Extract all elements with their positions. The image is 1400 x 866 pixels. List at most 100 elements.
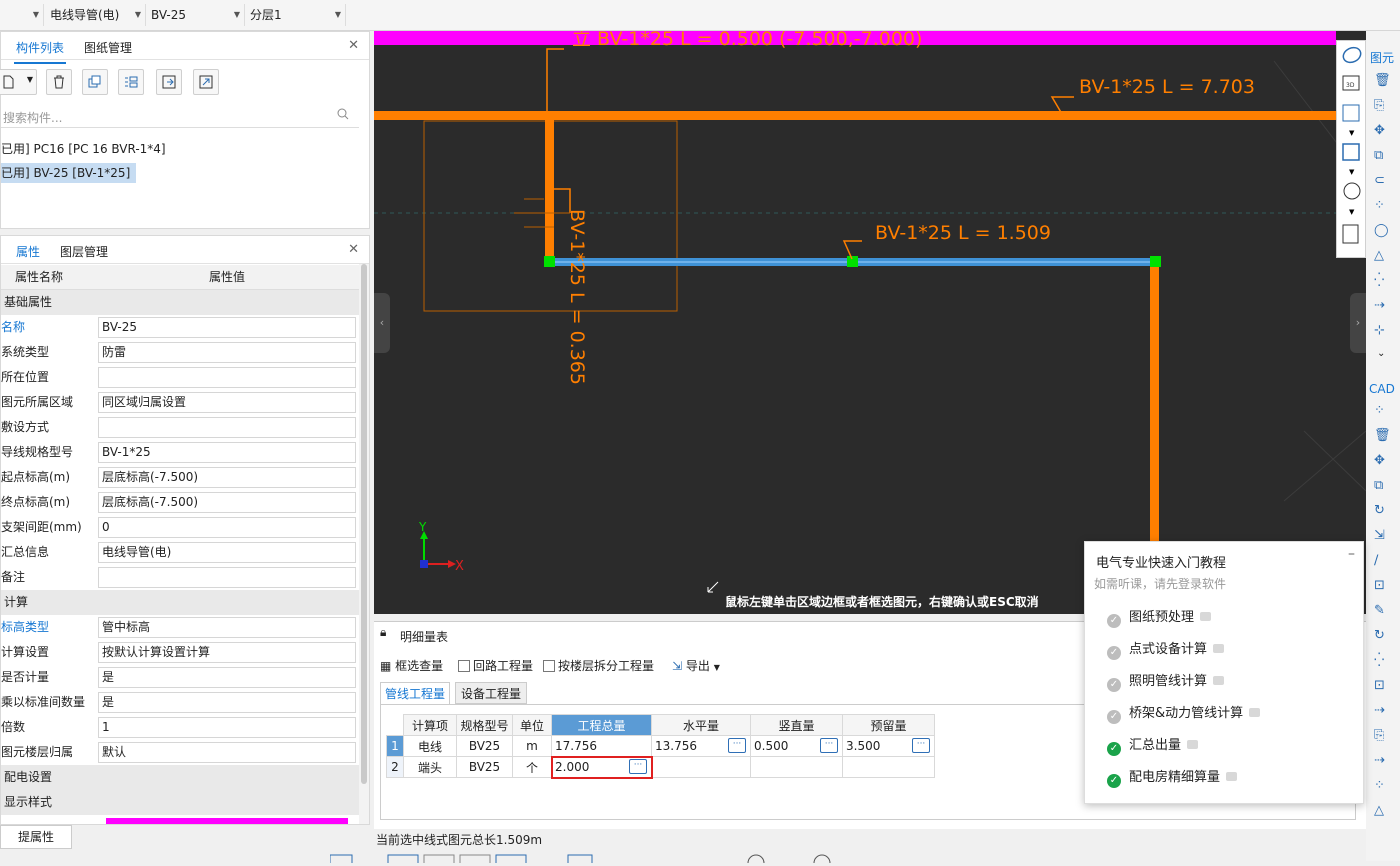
more-button[interactable]: ··· <box>820 738 838 753</box>
more-button[interactable]: ··· <box>912 738 930 753</box>
property-value[interactable]: 0 <box>98 517 356 538</box>
property-value[interactable]: 是 <box>98 667 356 688</box>
tab-component-list[interactable]: 构件列表 <box>13 39 67 64</box>
close-icon[interactable]: ✕ <box>348 38 359 53</box>
display-color-swatch[interactable] <box>106 818 348 824</box>
tool-icon[interactable]: ⎘ <box>1374 728 1384 743</box>
tutorial-item[interactable]: ✓ 汇总出量 <box>1107 736 1199 756</box>
tool-icon[interactable]: ⁘ <box>1374 403 1385 418</box>
tool-icon[interactable]: ⎘ <box>1374 98 1384 113</box>
table-row[interactable]: 1 电线 BV25 m 17.756 13.756 ··· 0.500 ··· 3.… <box>386 735 935 757</box>
tool-icon[interactable]: ✎ <box>1374 603 1385 618</box>
cell-horizontal[interactable]: 13.756 ··· <box>651 735 751 757</box>
tab-drawing-management[interactable]: 图纸管理 <box>84 39 132 56</box>
property-scrollbar[interactable] <box>359 264 369 824</box>
tutorial-item[interactable]: ✓ 照明管线计算 <box>1107 672 1225 692</box>
tool-icon[interactable]: ⁛ <box>1374 653 1384 668</box>
tutorial-item[interactable]: ✓ 点式设备计算 <box>1107 640 1225 660</box>
list-item-bv25[interactable]: 已用] BV-25 [BV-1*25] <box>1 163 137 183</box>
cad-canvas[interactable]: 立 BV-1*25 L = 0.500 (-7.500,-7.000) BV-1… <box>374 31 1366 614</box>
tool-icon[interactable]: ⊂ <box>1374 173 1385 188</box>
floor-split-checkbox[interactable]: 按楼层拆分工程量 <box>543 657 654 674</box>
more-button[interactable]: ··· <box>728 738 746 753</box>
tool-icon[interactable]: ⇢ <box>1374 703 1385 718</box>
search-icon[interactable] <box>337 108 349 123</box>
dropdown-1[interactable]: ▼ <box>0 4 44 26</box>
cell-total[interactable]: 17.756 <box>551 735 652 757</box>
delete-button[interactable] <box>46 69 72 95</box>
export-button[interactable]: ⇲ 导出 ▼ <box>672 657 720 674</box>
property-value[interactable]: BV-1*25 <box>98 442 356 463</box>
property-value[interactable]: 层底标高(-7.500) <box>98 467 356 488</box>
box-select-button[interactable]: ▦ 框选查量 <box>380 657 443 674</box>
tool-icon[interactable]: ✥ <box>1374 453 1385 468</box>
property-value[interactable]: 层底标高(-7.500) <box>98 492 356 513</box>
property-value[interactable]: 电线导管(电) <box>98 542 356 563</box>
cad-drawing[interactable]: 立 BV-1*25 L = 0.500 (-7.500,-7.000) BV-1… <box>374 31 1366 614</box>
tool-icon[interactable]: △ <box>1374 248 1384 263</box>
property-value[interactable]: 按默认计算设置计算 <box>98 642 356 663</box>
list-item-pc16[interactable]: 已用] PC16 [PC 16 BVR-1*4] <box>1 139 166 159</box>
tool-icon[interactable]: ⊡ <box>1374 578 1385 593</box>
tutorial-item[interactable]: ✓ 图纸预处理 <box>1107 608 1212 628</box>
property-value[interactable]: BV-25 <box>98 317 356 338</box>
property-value[interactable]: 1 <box>98 717 356 738</box>
tool-icon[interactable]: ⁘ <box>1374 198 1385 213</box>
layer-copy-button[interactable] <box>118 69 144 95</box>
cell-vertical[interactable]: 0.500 ··· <box>750 735 843 757</box>
dropdown-component[interactable]: BV-25 ▼ <box>147 4 245 26</box>
tool-icon[interactable]: △ <box>1374 803 1384 818</box>
tool-icon[interactable]: ↻ <box>1374 503 1385 518</box>
new-component-button[interactable]: ▼ <box>0 69 37 95</box>
tool-icon[interactable]: 🗑︎ <box>1374 73 1391 88</box>
cell-total-highlighted[interactable]: 2.000 ··· <box>550 755 653 779</box>
tool-icon[interactable]: ⇲ <box>1374 528 1385 543</box>
tab-device-quantity[interactable]: 设备工程量 <box>455 682 527 704</box>
tool-icon[interactable]: ⁛ <box>1374 273 1384 288</box>
tool-icon[interactable]: ⧉ <box>1374 148 1383 163</box>
extract-properties-button[interactable]: 提属性 <box>0 825 72 849</box>
tool-icon[interactable]: ∕ <box>1374 553 1378 568</box>
right-collapse-handle[interactable]: › <box>1350 293 1366 353</box>
tab-layer-management[interactable]: 图层管理 <box>60 243 108 260</box>
table-row[interactable]: 2 端头 BV25 个 2.000 ··· <box>386 755 935 779</box>
left-collapse-handle[interactable]: ‹ <box>374 293 390 353</box>
tab-pipe-quantity[interactable]: 管线工程量 <box>380 682 450 704</box>
dropdown-layer[interactable]: 分层1 ▼ <box>246 4 346 26</box>
tool-icon[interactable]: ⁘ <box>1374 778 1385 793</box>
tool-icon[interactable]: ⊡ <box>1374 678 1385 693</box>
tool-icon[interactable]: ↻ <box>1374 628 1385 643</box>
tutorial-item[interactable]: ✓ 配电房精细算量 <box>1107 768 1238 788</box>
tool-icon[interactable]: ⊹ <box>1374 323 1385 338</box>
more-button[interactable]: ··· <box>629 759 647 774</box>
property-value[interactable]: 是 <box>98 692 356 713</box>
tab-properties[interactable]: 属性 <box>13 243 43 268</box>
import-button[interactable] <box>156 69 182 95</box>
property-value[interactable]: 防雷 <box>98 342 356 363</box>
dropdown-type[interactable]: 电线导管(电) ▼ <box>46 4 146 26</box>
search-input[interactable]: 搜索构件... <box>3 109 62 126</box>
tool-icon[interactable]: ◯ <box>1374 223 1389 238</box>
tool-icon[interactable]: ⧉ <box>1374 478 1383 493</box>
component-search[interactable]: 搜索构件... <box>1 104 359 128</box>
minimize-icon[interactable]: – <box>1348 546 1355 562</box>
chevron-down-icon[interactable]: ⌄ <box>1377 348 1385 359</box>
tool-icon[interactable]: 🗑︎ <box>1374 428 1391 443</box>
property-value[interactable] <box>98 367 356 388</box>
property-value[interactable] <box>98 417 356 438</box>
tool-icon[interactable]: ⇢ <box>1374 298 1385 313</box>
tutorial-item[interactable]: ✓ 桥架&动力管线计算 <box>1107 704 1261 724</box>
property-value[interactable]: 默认 <box>98 742 356 763</box>
close-icon[interactable]: ✕ <box>348 242 359 257</box>
cell-reserve[interactable]: 3.500 ··· <box>842 735 935 757</box>
tool-icon[interactable]: ✥ <box>1374 123 1385 138</box>
property-value[interactable]: 管中标高 <box>98 617 356 638</box>
tool-icon[interactable]: ⇢ <box>1374 753 1385 768</box>
col-total[interactable]: 工程总量 <box>551 714 652 736</box>
lock-icon[interactable]: 🔒︎ <box>380 625 386 640</box>
export-component-button[interactable] <box>193 69 219 95</box>
loop-qty-checkbox[interactable]: 回路工程量 <box>458 657 533 674</box>
property-value[interactable]: 同区域归属设置 <box>98 392 356 413</box>
copy-button[interactable] <box>82 69 108 95</box>
property-value[interactable] <box>98 567 356 588</box>
